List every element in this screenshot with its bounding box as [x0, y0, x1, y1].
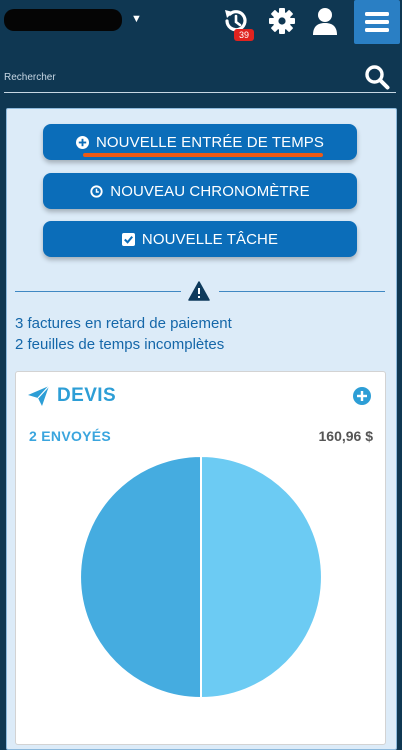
search-icon: [365, 65, 390, 90]
checkbox-icon: [121, 232, 135, 246]
pie-slice[interactable]: [79, 454, 202, 700]
company-name-redacted[interactable]: [4, 9, 122, 31]
user-icon: [313, 8, 337, 35]
user-button[interactable]: [307, 4, 343, 38]
paper-plane-icon: [28, 386, 49, 406]
new-timer-button[interactable]: NOUVEAU CHRONOMÈTRE: [43, 173, 357, 209]
search-button[interactable]: [362, 63, 392, 91]
highlight-underline: [83, 153, 323, 157]
quotes-card-header: DEVIS: [28, 384, 116, 408]
search-underline: [4, 92, 396, 93]
incomplete-timesheets-alert[interactable]: 2 feuilles de temps incomplètes: [15, 336, 224, 353]
sent-quotes-amount: 160,96 $: [318, 428, 374, 444]
search-input[interactable]: [4, 62, 354, 92]
company-dropdown-caret-icon[interactable]: ▼: [131, 14, 142, 25]
quotes-card-title: DEVIS: [57, 385, 117, 406]
sent-quotes-count[interactable]: 2 ENVOYÉS: [29, 428, 111, 444]
pie-slice[interactable]: [200, 454, 323, 700]
new-task-button[interactable]: NOUVELLE TÂCHE: [43, 221, 357, 257]
main-menu-button[interactable]: [354, 0, 400, 44]
divider: [15, 291, 181, 292]
clock-icon: [90, 184, 103, 198]
top-bar: ▼ 39: [0, 0, 402, 46]
hamburger-menu-icon: [365, 12, 389, 32]
warning-icon: [188, 281, 210, 306]
plus-circle-icon: [353, 387, 371, 405]
search-bar: [0, 46, 402, 102]
gear-icon: [269, 8, 295, 34]
divider: [219, 291, 385, 292]
history-count-badge: 39: [234, 29, 254, 41]
settings-button[interactable]: [264, 4, 300, 38]
quotes-pie-chart: [79, 454, 323, 700]
add-quote-button[interactable]: [353, 387, 371, 410]
plus-circle-icon: [75, 135, 89, 149]
overdue-invoices-alert[interactable]: 3 factures en retard de paiement: [15, 315, 232, 332]
dashboard-panel: NOUVELLE ENTRÉE DE TEMPS NOUVEAU CHRONOM…: [6, 108, 397, 750]
quotes-card: DEVIS 2 ENVOYÉS 160,96 $: [15, 371, 386, 745]
new-task-label: NOUVELLE TÂCHE: [141, 230, 279, 248]
new-time-entry-label: NOUVELLE ENTRÉE DE TEMPS: [95, 133, 324, 151]
new-timer-label: NOUVEAU CHRONOMÈTRE: [110, 182, 310, 200]
